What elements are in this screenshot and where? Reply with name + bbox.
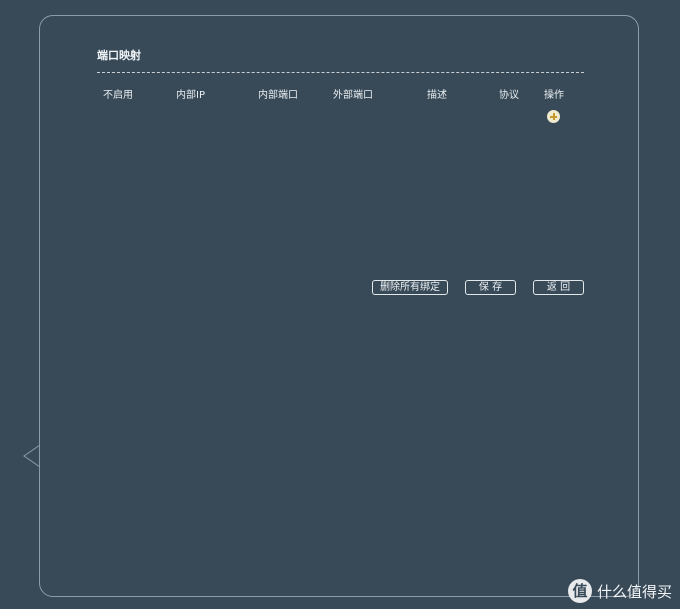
section-title: 端口映射 bbox=[97, 49, 141, 62]
add-rule-button[interactable] bbox=[547, 110, 560, 123]
column-header-internal-port: 内部端口 bbox=[258, 90, 298, 101]
watermark: 值 什么值得买 bbox=[567, 578, 672, 604]
dashed-divider bbox=[97, 72, 584, 73]
smzdm-logo-icon: 值 bbox=[567, 579, 592, 603]
back-button[interactable]: 返 回 bbox=[533, 280, 584, 295]
column-header-internal-ip: 内部IP bbox=[176, 90, 205, 101]
port-mapping-panel: 端口映射 不启用 内部IP 内部端口 外部端口 描述 协议 操作 删除所有绑定 … bbox=[39, 15, 639, 597]
column-header-description: 描述 bbox=[427, 90, 447, 101]
column-header-operation: 操作 bbox=[544, 90, 564, 101]
column-header-protocol: 协议 bbox=[499, 90, 519, 101]
delete-all-bindings-button[interactable]: 删除所有绑定 bbox=[372, 280, 448, 295]
save-button[interactable]: 保 存 bbox=[465, 280, 516, 295]
page: 端口映射 不启用 内部IP 内部端口 外部端口 描述 协议 操作 删除所有绑定 … bbox=[0, 0, 680, 609]
column-header-disable: 不启用 bbox=[103, 90, 133, 101]
column-header-external-port: 外部端口 bbox=[333, 90, 373, 101]
watermark-text: 什么值得买 bbox=[596, 582, 672, 601]
